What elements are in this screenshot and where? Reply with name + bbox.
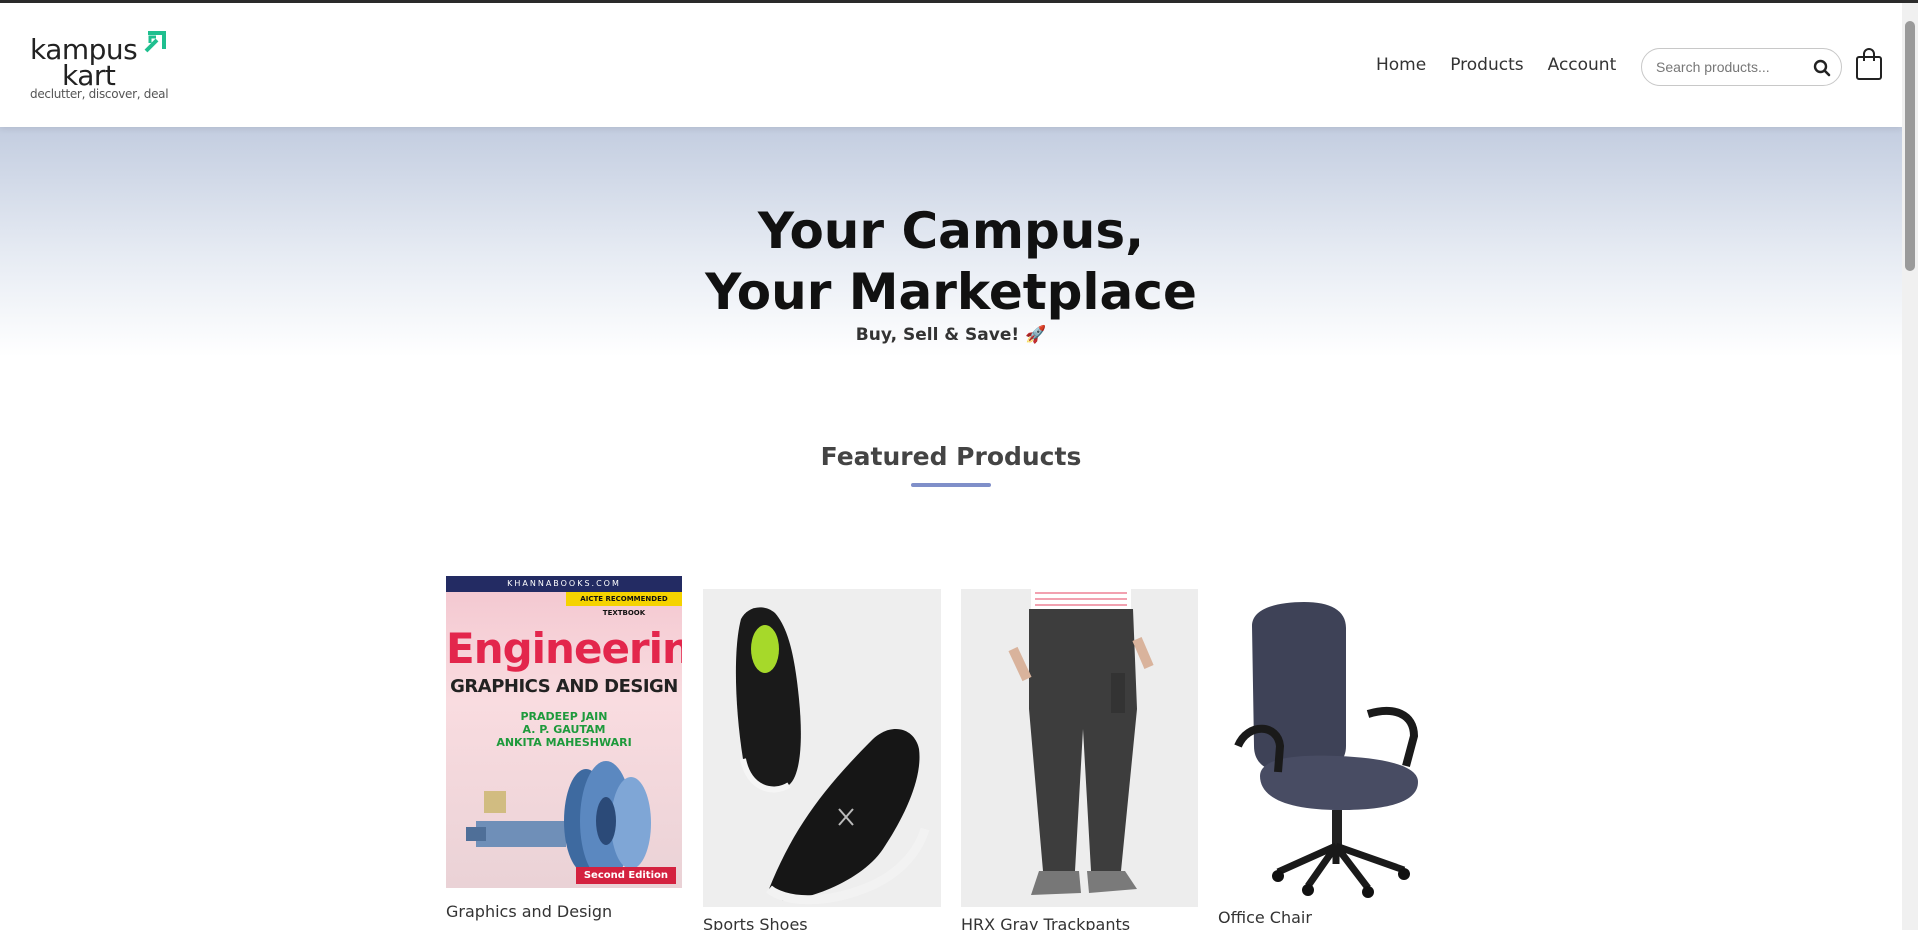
hero-title-line1: Your Campus, — [757, 202, 1145, 260]
product-name[interactable]: Office Chair — [1218, 908, 1312, 927]
site-header: kampus kart declutter, discover, deal Ho… — [0, 3, 1902, 127]
product-card[interactable]: KHANNABOOKS.COM AICTE RECOMMENDED TEXTBO… — [446, 576, 684, 930]
product-image-trackpants[interactable] — [961, 589, 1198, 907]
search-icon[interactable] — [1813, 59, 1831, 77]
book-authors: PRADEEP JAIN A. P. GAUTAM ANKITA MAHESHW… — [446, 710, 682, 749]
nav-account[interactable]: Account — [1548, 55, 1617, 75]
shopping-bag-icon[interactable] — [1855, 47, 1883, 81]
product-image-shoes[interactable] — [703, 589, 941, 907]
heading-underline — [911, 483, 991, 487]
product-image-office-chair[interactable] — [1218, 596, 1456, 900]
gear-illustration — [466, 761, 651, 881]
search-box — [1641, 48, 1842, 86]
product-name[interactable]: Graphics and Design — [446, 902, 612, 921]
page-scrollbar[interactable] — [1902, 3, 1918, 930]
search-input[interactable] — [1656, 57, 1806, 77]
product-name[interactable]: Sports Shoes — [703, 915, 808, 930]
book-author: ANKITA MAHESHWARI — [496, 736, 632, 749]
book-title-sub: GRAPHICS AND DESIGN — [450, 676, 678, 697]
sports-shoes-illustration — [735, 607, 930, 905]
nav-products[interactable]: Products — [1450, 55, 1523, 75]
brand-logo[interactable]: kampus kart declutter, discover, deal — [30, 29, 180, 105]
book-edition: Second Edition — [575, 867, 676, 884]
featured-products-heading: Featured Products — [820, 442, 1082, 471]
book-title-main: Engineering — [446, 624, 682, 673]
product-name[interactable]: HRX Gray Trackpants — [961, 915, 1130, 930]
product-image-book[interactable]: KHANNABOOKS.COM AICTE RECOMMENDED TEXTBO… — [446, 576, 682, 888]
hero-banner: Your Campus, Your Marketplace Buy, Sell … — [0, 127, 1902, 357]
book-author: A. P. GAUTAM — [522, 723, 606, 736]
nav-home[interactable]: Home — [1376, 55, 1426, 75]
scrollbar-thumb[interactable] — [1905, 21, 1915, 271]
book-badge: AICTE RECOMMENDED TEXTBOOK — [566, 592, 682, 617]
arrow-up-right-icon — [144, 31, 166, 53]
trackpants-illustration — [1008, 589, 1154, 895]
product-card[interactable]: Office Chair — [1218, 596, 1458, 930]
brand-tagline: declutter, discover, deal — [30, 87, 169, 101]
product-card[interactable]: Sports Shoes — [703, 589, 943, 930]
hero-subtitle: Buy, Sell & Save! 🚀 — [855, 325, 1047, 345]
product-card[interactable]: HRX Gray Trackpants — [961, 589, 1201, 930]
hero-title-line2: Your Marketplace — [705, 263, 1197, 321]
office-chair-illustration — [1234, 602, 1419, 898]
main-nav: Home Products Account — [1376, 55, 1640, 75]
hero-title: Your Campus, Your Marketplace — [0, 201, 1902, 323]
book-publisher: KHANNABOOKS.COM — [446, 576, 682, 592]
book-author: PRADEEP JAIN — [520, 710, 608, 723]
